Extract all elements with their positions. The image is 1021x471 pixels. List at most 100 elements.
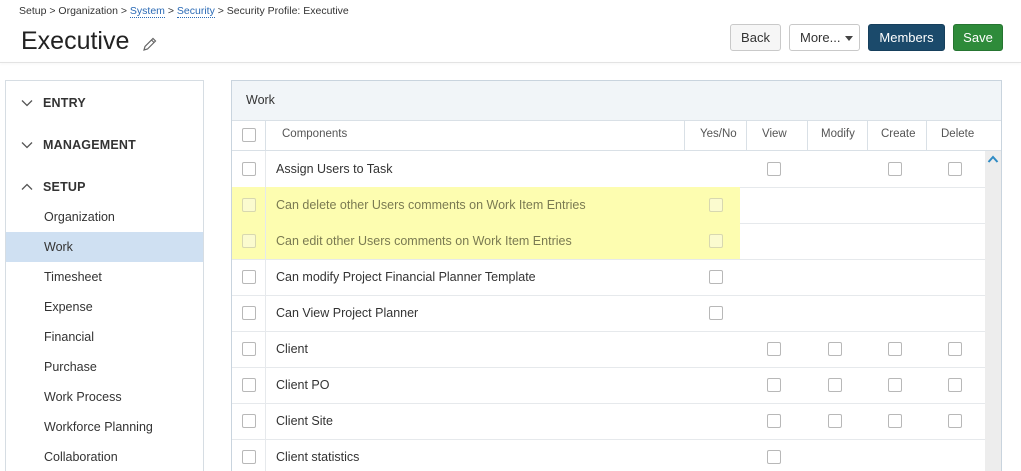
table-row: Can View Project Planner xyxy=(232,295,985,332)
sidebar-item-collaboration[interactable]: Collaboration xyxy=(6,442,203,471)
delete-checkbox[interactable] xyxy=(948,342,962,356)
breadcrumb-current: > Security Profile: Executive xyxy=(214,5,349,17)
column-divider xyxy=(926,121,927,150)
row-select-checkbox[interactable] xyxy=(242,414,256,428)
modify-checkbox[interactable] xyxy=(828,414,842,428)
members-button[interactable]: Members xyxy=(868,24,945,51)
table-row: Can delete other Users comments on Work … xyxy=(232,187,985,224)
yes-no-checkbox[interactable] xyxy=(709,198,723,212)
sidebar-item-work-process[interactable]: Work Process xyxy=(6,382,203,412)
delete-checkbox[interactable] xyxy=(948,378,962,392)
table-row: Can modify Project Financial Planner Tem… xyxy=(232,259,985,296)
more-dropdown-button[interactable]: More... xyxy=(789,24,860,51)
sidebar-item-expense[interactable]: Expense xyxy=(6,292,203,322)
view-checkbox[interactable] xyxy=(767,162,781,176)
view-checkbox[interactable] xyxy=(767,450,781,464)
table-row: Client statistics xyxy=(232,439,985,471)
sidebar-item-label: Workforce Planning xyxy=(44,420,153,434)
breadcrumb-text: Setup > Organization > xyxy=(19,5,130,17)
chevron-down-icon xyxy=(21,142,33,149)
sidebar-item-organization[interactable]: Organization xyxy=(6,202,203,232)
table-row: Client PO xyxy=(232,367,985,404)
sidebar-item-purchase[interactable]: Purchase xyxy=(6,352,203,382)
row-select-checkbox[interactable] xyxy=(242,342,256,356)
save-button[interactable]: Save xyxy=(953,24,1003,51)
component-label: Client xyxy=(276,342,308,356)
chevron-up-icon xyxy=(21,183,33,190)
column-divider xyxy=(746,121,747,150)
create-checkbox[interactable] xyxy=(888,414,902,428)
table-row: Client xyxy=(232,331,985,368)
column-header-create: Create xyxy=(881,128,916,140)
row-select-checkbox[interactable] xyxy=(242,270,256,284)
component-label: Client statistics xyxy=(276,450,360,464)
sidebar-item-workforce-planning[interactable]: Workforce Planning xyxy=(6,412,203,442)
yes-no-checkbox[interactable] xyxy=(709,234,723,248)
sidebar-section-management[interactable]: MANAGEMENT xyxy=(6,127,203,163)
delete-checkbox[interactable] xyxy=(948,162,962,176)
sidebar-section-label: MANAGEMENT xyxy=(43,138,136,152)
create-checkbox[interactable] xyxy=(888,378,902,392)
column-header-components[interactable]: Components xyxy=(282,128,347,140)
sidebar-item-label: Expense xyxy=(44,300,93,314)
row-divider xyxy=(265,223,266,259)
row-divider xyxy=(265,259,266,295)
table-row: Assign Users to Task xyxy=(232,151,985,188)
scroll-up-icon[interactable] xyxy=(987,154,999,164)
sidebar-item-label: Purchase xyxy=(44,360,97,374)
column-divider xyxy=(807,121,808,150)
sidebar-item-timesheet[interactable]: Timesheet xyxy=(6,262,203,292)
column-divider xyxy=(265,121,266,150)
chevron-down-icon xyxy=(21,100,33,107)
component-label: Can delete other Users comments on Work … xyxy=(276,198,586,212)
table-row: Can edit other Users comments on Work It… xyxy=(232,223,985,260)
breadcrumb-link-system[interactable]: System xyxy=(129,5,165,18)
row-divider xyxy=(265,331,266,367)
breadcrumb: Setup > Organization > System > Security… xyxy=(19,5,349,18)
row-select-checkbox[interactable] xyxy=(242,198,256,212)
component-label: Client PO xyxy=(276,378,330,392)
scrollbar[interactable] xyxy=(985,151,1001,471)
sidebar: ENTRY MANAGEMENT SETUP Organization Work… xyxy=(5,80,204,471)
row-select-checkbox[interactable] xyxy=(242,234,256,248)
back-button[interactable]: Back xyxy=(730,24,781,51)
sidebar-item-label: Work Process xyxy=(44,390,122,404)
yes-no-checkbox[interactable] xyxy=(709,306,723,320)
column-resize-handle[interactable] xyxy=(684,121,685,150)
column-header-delete: Delete xyxy=(941,128,975,140)
row-select-checkbox[interactable] xyxy=(242,306,256,320)
sidebar-item-label: Timesheet xyxy=(44,270,102,284)
sidebar-section-setup[interactable]: SETUP xyxy=(6,169,203,205)
component-label: Can edit other Users comments on Work It… xyxy=(276,234,572,248)
modify-checkbox[interactable] xyxy=(828,342,842,356)
component-label: Client Site xyxy=(276,414,333,428)
row-select-checkbox[interactable] xyxy=(242,450,256,464)
delete-checkbox[interactable] xyxy=(948,414,962,428)
row-select-checkbox[interactable] xyxy=(242,162,256,176)
column-header-view: View xyxy=(762,128,787,140)
create-checkbox[interactable] xyxy=(888,342,902,356)
sidebar-item-work[interactable]: Work xyxy=(6,232,203,262)
row-divider xyxy=(265,367,266,403)
sidebar-item-financial[interactable]: Financial xyxy=(6,322,203,352)
sidebar-section-label: SETUP xyxy=(43,180,86,194)
view-checkbox[interactable] xyxy=(767,378,781,392)
row-divider xyxy=(265,439,266,471)
panel-title: Work xyxy=(246,93,275,107)
breadcrumb-separator: > xyxy=(164,5,177,17)
pencil-icon[interactable] xyxy=(142,36,158,52)
row-divider xyxy=(265,403,266,439)
component-label: Can modify Project Financial Planner Tem… xyxy=(276,270,536,284)
breadcrumb-link-security[interactable]: Security xyxy=(176,5,215,18)
yes-no-checkbox[interactable] xyxy=(709,270,723,284)
row-select-checkbox[interactable] xyxy=(242,378,256,392)
view-checkbox[interactable] xyxy=(767,414,781,428)
column-divider xyxy=(867,121,868,150)
sidebar-section-label: ENTRY xyxy=(43,96,86,110)
modify-checkbox[interactable] xyxy=(828,378,842,392)
select-all-checkbox[interactable] xyxy=(242,128,256,142)
view-checkbox[interactable] xyxy=(767,342,781,356)
create-checkbox[interactable] xyxy=(888,162,902,176)
row-divider xyxy=(265,151,266,187)
sidebar-section-entry[interactable]: ENTRY xyxy=(6,85,203,121)
